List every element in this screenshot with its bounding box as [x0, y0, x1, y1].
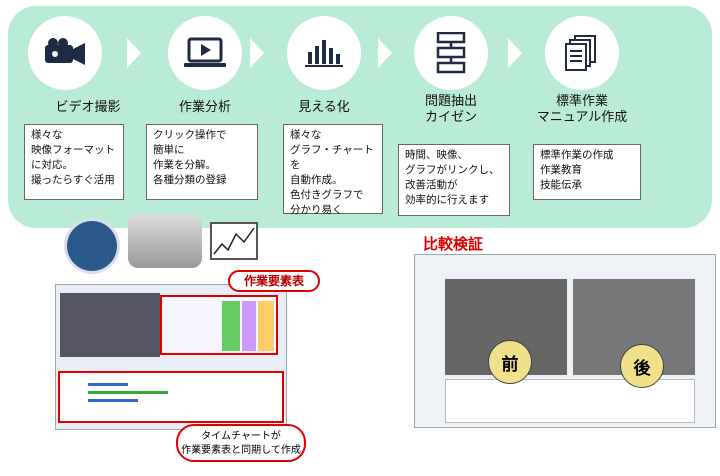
bar-chart-icon — [287, 16, 361, 90]
element-table-area — [160, 295, 278, 355]
comparison-screenshot — [414, 254, 716, 428]
step-description: クリック操作で 簡単に 作業を分解。 各種分類の登録 — [146, 124, 258, 200]
chevron-right-icon — [378, 38, 392, 68]
after-badge: 後 — [620, 344, 664, 388]
chevron-right-icon — [508, 38, 522, 68]
time-chart-area — [58, 371, 284, 423]
step-title: 問題抽出 カイゼン — [424, 94, 477, 125]
chevron-right-icon — [127, 38, 141, 68]
step-description: 様々な 映像フォーマット に対応。 撮ったらすぐ活用 — [24, 124, 124, 200]
documents-icon — [545, 16, 619, 90]
camera-image — [128, 214, 202, 268]
step-standard-work: 標準作業 マニュアル作成 標準作業の作成 作業教育 技能伝承 — [533, 0, 675, 222]
video-camera-icon — [28, 16, 102, 90]
step-description: 様々な グラフ・チャートを 自動作成。 色付きグラフで 分かり易く — [283, 124, 383, 216]
step-title: ビデオ撮影 — [55, 100, 121, 115]
video-frame — [60, 293, 160, 357]
analysis-screenshot — [55, 284, 287, 430]
before-badge: 前 — [488, 340, 532, 384]
time-chart-note: タイムチャートが 作業要素表と同期して作成 — [176, 424, 306, 462]
factory-photo — [64, 218, 120, 274]
step-description: 標準作業の作成 作業教育 技能伝承 — [533, 144, 641, 200]
flowchart-icon — [414, 16, 488, 90]
chart-monitor-image — [210, 222, 258, 260]
step-description: 時間、映像、 グラフがリンクし、 改善活動が 効率的に行えます — [398, 144, 510, 216]
step-title: 見える化 — [298, 100, 350, 115]
step-title: 標準作業 マニュアル作成 — [536, 94, 628, 125]
step-title: 作業分析 — [178, 100, 231, 115]
chevron-right-icon — [250, 38, 264, 68]
laptop-play-icon — [168, 16, 242, 90]
comparison-table — [445, 379, 695, 423]
comparison-title: 比較検証 — [423, 235, 484, 253]
element-table-label: 作業要素表 — [228, 270, 320, 292]
